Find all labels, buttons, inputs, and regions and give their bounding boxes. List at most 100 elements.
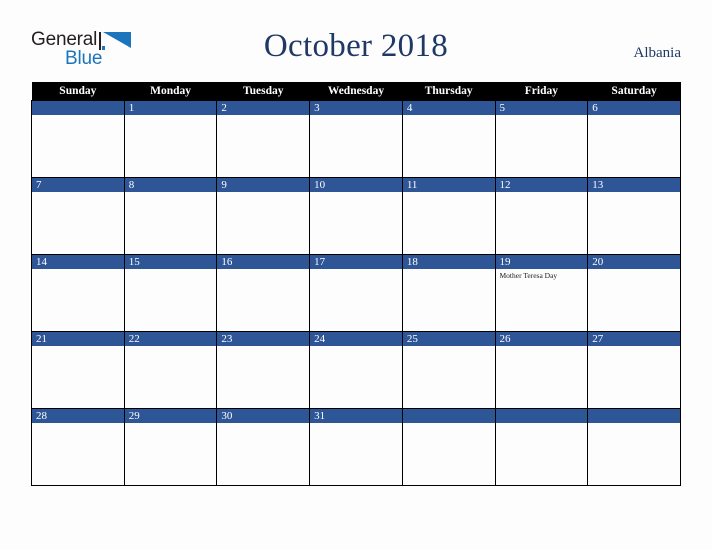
day-events-list [588, 192, 680, 194]
day-number: 31 [310, 409, 402, 423]
day-cell-inner [495, 409, 588, 485]
calendar-day-cell[interactable]: 31 [309, 408, 403, 486]
day-events-list [496, 346, 588, 348]
day-number: 20 [588, 255, 680, 269]
day-number: 18 [402, 255, 495, 269]
day-events-list [403, 346, 495, 348]
day-cell-inner: 8 [124, 178, 217, 254]
day-number: 16 [217, 255, 310, 269]
country-label: Albania [633, 45, 681, 61]
day-cell-inner: 16 [217, 255, 310, 331]
calendar-day-cell[interactable]: 24 [309, 331, 403, 409]
day-number: 30 [217, 409, 310, 423]
calendar-weekday-header-row: Sunday Monday Tuesday Wednesday Thursday Frid… [31, 82, 681, 101]
calendar-day-cell[interactable]: 22 [123, 331, 218, 409]
day-cell-inner: 12 [495, 178, 588, 254]
calendar-day-cell[interactable]: 25 [401, 331, 496, 409]
day-number: 12 [495, 178, 588, 192]
calendar-day-cell[interactable]: 23 [216, 331, 311, 409]
calendar-day-cell[interactable]: 11 [401, 177, 496, 255]
day-number [402, 409, 495, 423]
calendar-day-cell[interactable]: 2 [216, 100, 311, 178]
calendar-day-cell[interactable]: 30 [216, 408, 311, 486]
calendar-day-cell[interactable]: 28 [31, 408, 125, 486]
calendar-day-cell[interactable]: 9 [216, 177, 311, 255]
day-number: 4 [402, 101, 495, 115]
calendar-day-cell[interactable]: 26 [494, 331, 589, 409]
calendar-week-row: 123456 [31, 100, 681, 178]
day-number [32, 101, 124, 115]
calendar-body: 1 2 3 4 5 6 7 8 9 10 11 12 13 14 15 16 17 18 19 Mother Tere… [31, 100, 681, 486]
day-number [495, 409, 588, 423]
day-cell-inner: 13 [588, 178, 680, 254]
day-cell-inner: 21 [32, 332, 124, 408]
calendar-day-cell[interactable]: 18 [401, 254, 496, 332]
day-events-list [403, 115, 495, 117]
day-cell-inner: 26 [495, 332, 588, 408]
day-events-list [588, 346, 680, 348]
calendar-day-cell[interactable]: 21 [31, 331, 125, 409]
calendar-day-cell[interactable]: 3 [309, 100, 403, 178]
day-cell-inner: 1 [124, 101, 217, 177]
day-cell-inner: 20 [588, 255, 680, 331]
calendar-day-cell[interactable]: 10 [309, 177, 403, 255]
day-number: 10 [310, 178, 402, 192]
calendar-day-cell[interactable]: 17 [309, 254, 403, 332]
day-events-list [32, 115, 124, 117]
day-number: 22 [124, 332, 217, 346]
day-number: 13 [588, 178, 680, 192]
calendar-day-cell[interactable]: 29 [123, 408, 218, 486]
day-events-list [496, 192, 588, 194]
day-events-list [588, 423, 680, 425]
calendar-empty-cell [494, 408, 589, 486]
calendar-day-cell[interactable]: 15 [123, 254, 218, 332]
calendar-day-cell[interactable]: 13 [587, 177, 681, 255]
day-cell-inner: 27 [588, 332, 680, 408]
day-events-list [125, 269, 217, 271]
calendar-day-cell[interactable]: 5 [494, 100, 589, 178]
page-header: General Blue October 2018 Albania [0, 0, 712, 82]
day-events-list [496, 115, 588, 117]
calendar-day-cell[interactable]: 19 Mother Teresa Day [494, 254, 589, 332]
day-number: 24 [310, 332, 402, 346]
day-events-list [32, 423, 124, 425]
day-cell-inner: 29 [124, 409, 217, 485]
day-number: 29 [124, 409, 217, 423]
day-number: 3 [310, 101, 402, 115]
day-number: 27 [588, 332, 680, 346]
calendar-day-cell[interactable]: 27 [587, 331, 681, 409]
day-number: 9 [217, 178, 310, 192]
day-events-list [310, 269, 402, 271]
calendar-day-cell[interactable]: 14 [31, 254, 125, 332]
day-cell-inner: 4 [402, 101, 495, 177]
calendar-day-cell[interactable]: 6 [587, 100, 681, 178]
calendar-day-cell[interactable]: 20 [587, 254, 681, 332]
day-cell-inner: 18 [402, 255, 495, 331]
day-cell-inner [588, 409, 680, 485]
day-events-list [125, 115, 217, 117]
day-events-list [310, 346, 402, 348]
day-number: 21 [32, 332, 124, 346]
day-number: 25 [402, 332, 495, 346]
day-events-list [125, 423, 217, 425]
day-events-list [310, 192, 402, 194]
calendar-day-cell[interactable]: 8 [123, 177, 218, 255]
day-cell-inner: 10 [310, 178, 402, 254]
calendar-day-cell[interactable]: 7 [31, 177, 125, 255]
day-cell-inner: 30 [217, 409, 310, 485]
day-events-list [217, 269, 309, 271]
day-events-list [217, 115, 309, 117]
day-cell-inner: 28 [32, 409, 124, 485]
day-events-list [125, 346, 217, 348]
calendar-day-cell[interactable]: 1 [123, 100, 218, 178]
weekday-header-monday: Monday [124, 82, 217, 101]
day-number: 28 [32, 409, 124, 423]
day-number: 17 [310, 255, 402, 269]
calendar-day-cell[interactable]: 4 [401, 100, 496, 178]
day-events-list [217, 346, 309, 348]
day-cell-inner: 24 [310, 332, 402, 408]
day-cell-inner: 19 Mother Teresa Day [495, 255, 588, 331]
holiday-event: Mother Teresa Day [499, 271, 558, 280]
calendar-day-cell[interactable]: 16 [216, 254, 311, 332]
calendar-day-cell[interactable]: 12 [494, 177, 589, 255]
